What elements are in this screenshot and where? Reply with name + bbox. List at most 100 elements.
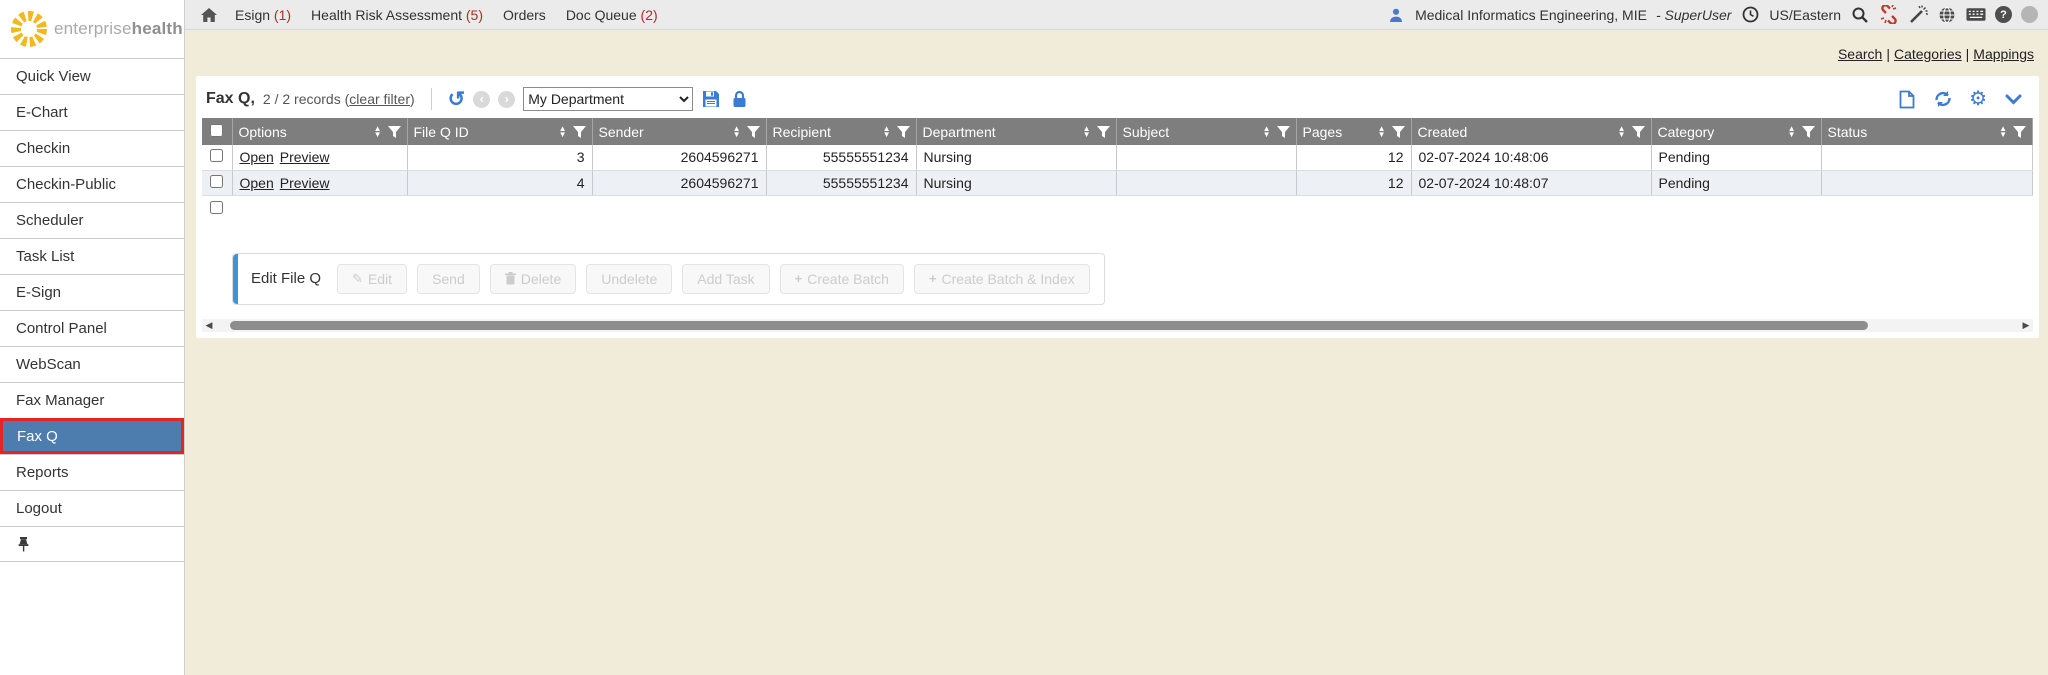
header-department[interactable]: Department▲▼ — [916, 118, 1116, 145]
department-select[interactable]: My Department — [523, 87, 693, 111]
home-icon[interactable] — [199, 5, 219, 25]
user-icon — [1386, 5, 1406, 25]
header-options-label: Options — [239, 124, 287, 140]
filter-funnel-icon[interactable] — [897, 126, 910, 138]
add-task-button[interactable]: Add Task — [682, 264, 769, 294]
header-subject[interactable]: Subject▲▼ — [1116, 118, 1296, 145]
categories-link[interactable]: Categories — [1894, 46, 1962, 62]
nav-doc-queue[interactable]: Doc Queue (2) — [566, 7, 658, 23]
search-icon[interactable] — [1850, 5, 1870, 25]
filter-funnel-icon[interactable] — [1097, 126, 1110, 138]
undo-refresh-icon[interactable]: ↺ — [448, 89, 466, 110]
sort-icon[interactable]: ▲▼ — [1083, 126, 1091, 138]
new-document-icon[interactable] — [1897, 89, 1917, 109]
filter-funnel-icon[interactable] — [1277, 126, 1290, 138]
sidebar-item-control-panel[interactable]: Control Panel — [0, 310, 184, 346]
preview-link[interactable]: Preview — [280, 175, 330, 191]
open-link[interactable]: Open — [240, 149, 274, 165]
sort-icon[interactable]: ▲▼ — [1618, 126, 1626, 138]
sort-icon[interactable]: ▲▼ — [374, 126, 382, 138]
header-recipient[interactable]: Recipient▲▼ — [766, 118, 916, 145]
sort-icon[interactable]: ▲▼ — [733, 126, 741, 138]
new-row-checkbox[interactable] — [210, 201, 223, 214]
save-icon[interactable] — [701, 89, 721, 109]
header-options[interactable]: Options ▲▼ — [232, 118, 407, 145]
row-checkbox[interactable] — [210, 175, 223, 188]
horizontal-scrollbar[interactable]: ◀ ▶ — [202, 319, 2033, 332]
filter-funnel-icon[interactable] — [1632, 126, 1645, 138]
sidebar-item-fax-manager[interactable]: Fax Manager — [0, 382, 184, 418]
next-page-icon[interactable]: › — [498, 91, 515, 108]
sidebar-item-task-list[interactable]: Task List — [0, 238, 184, 274]
filter-funnel-icon[interactable] — [388, 126, 401, 138]
gear-icon[interactable]: ⚙ — [1969, 89, 1987, 109]
filter-funnel-icon[interactable] — [1392, 126, 1405, 138]
fax-q-table: Options ▲▼ File Q ID▲▼ Sender▲▼ Recipient… — [202, 118, 2033, 196]
sort-icon[interactable]: ▲▼ — [883, 126, 891, 138]
sidebar-item-logout[interactable]: Logout — [0, 490, 184, 526]
nav-esign[interactable]: Esign (1) — [235, 7, 291, 23]
filter-funnel-icon[interactable] — [2013, 126, 2026, 138]
sort-icon[interactable]: ▲▼ — [1788, 126, 1796, 138]
sidebar-item-fax-q[interactable]: Fax Q — [0, 418, 184, 454]
sort-icon[interactable]: ▲▼ — [1999, 126, 2007, 138]
sort-icon[interactable]: ▲▼ — [1378, 126, 1386, 138]
sidebar-item-checkin[interactable]: Checkin — [0, 130, 184, 166]
create-batch-index-button-label: Create Batch & Index — [942, 271, 1075, 287]
nav-orders[interactable]: Orders — [503, 7, 546, 23]
prev-page-icon[interactable]: ‹ — [473, 91, 490, 108]
search-link[interactable]: Search — [1838, 46, 1882, 62]
nav-health-risk-assessment[interactable]: Health Risk Assessment (5) — [311, 7, 483, 23]
create-batch-button[interactable]: +Create Batch — [780, 264, 904, 294]
refresh-icon[interactable] — [1933, 89, 1953, 109]
create-batch-index-button[interactable]: +Create Batch & Index — [914, 264, 1090, 294]
globe-icon[interactable] — [1937, 5, 1957, 25]
lock-icon[interactable] — [729, 89, 749, 109]
header-sender[interactable]: Sender▲▼ — [592, 118, 766, 145]
delete-button[interactable]: Delete — [490, 264, 576, 294]
avatar[interactable] — [2021, 6, 2038, 23]
sidebar-item-webscan[interactable]: WebScan — [0, 346, 184, 382]
sidebar-item-checkin-public[interactable]: Checkin-Public — [0, 166, 184, 202]
mappings-link[interactable]: Mappings — [1973, 46, 2034, 62]
filter-funnel-icon[interactable] — [573, 126, 586, 138]
send-button[interactable]: Send — [417, 264, 480, 294]
filter-funnel-icon[interactable] — [747, 126, 760, 138]
open-link[interactable]: Open — [240, 175, 274, 191]
keyboard-icon[interactable] — [1966, 5, 1986, 25]
undelete-button[interactable]: Undelete — [586, 264, 672, 294]
table-row: OpenPreview 3 2604596271 55555551234 Nur… — [202, 145, 2033, 170]
broken-link-icon[interactable] — [1879, 5, 1899, 25]
sort-icon[interactable]: ▲▼ — [559, 126, 567, 138]
filter-funnel-icon[interactable] — [1802, 126, 1815, 138]
scroll-left-icon[interactable]: ◀ — [202, 319, 216, 332]
sort-icon[interactable]: ▲▼ — [1263, 126, 1271, 138]
add-task-button-label: Add Task — [697, 271, 754, 287]
clock-icon[interactable] — [1740, 5, 1760, 25]
help-icon[interactable]: ? — [1995, 6, 2012, 23]
row-checkbox[interactable] — [210, 149, 223, 162]
select-all-checkbox[interactable] — [210, 124, 223, 137]
header-status[interactable]: Status▲▼ — [1821, 118, 2033, 145]
file-q-id-cell: 3 — [407, 145, 592, 170]
sidebar-item-quick-view[interactable]: Quick View — [0, 58, 184, 94]
chevron-down-icon[interactable] — [2003, 89, 2023, 109]
header-category[interactable]: Category▲▼ — [1651, 118, 1821, 145]
department-cell: Nursing — [916, 145, 1116, 170]
preview-link[interactable]: Preview — [280, 149, 330, 165]
scrollbar-thumb[interactable] — [230, 321, 1868, 330]
header-file-q-id[interactable]: File Q ID▲▼ — [407, 118, 592, 145]
header-pages[interactable]: Pages▲▼ — [1296, 118, 1411, 145]
sidebar-item-e-chart[interactable]: E-Chart — [0, 94, 184, 130]
header-checkbox-cell — [202, 118, 232, 145]
sidebar-item-reports[interactable]: Reports — [0, 454, 184, 490]
sidebar-item-e-sign[interactable]: E-Sign — [0, 274, 184, 310]
sidebar-item-scheduler[interactable]: Scheduler — [0, 202, 184, 238]
edit-button[interactable]: ✎Edit — [337, 264, 407, 294]
clear-filter-link[interactable]: clear filter — [349, 91, 410, 107]
pin-icon[interactable] — [16, 536, 31, 552]
app-logo: enterprisehealth — [0, 0, 184, 58]
wand-icon[interactable] — [1908, 5, 1928, 25]
header-created[interactable]: Created▲▼ — [1411, 118, 1651, 145]
scroll-right-icon[interactable]: ▶ — [2019, 319, 2033, 332]
